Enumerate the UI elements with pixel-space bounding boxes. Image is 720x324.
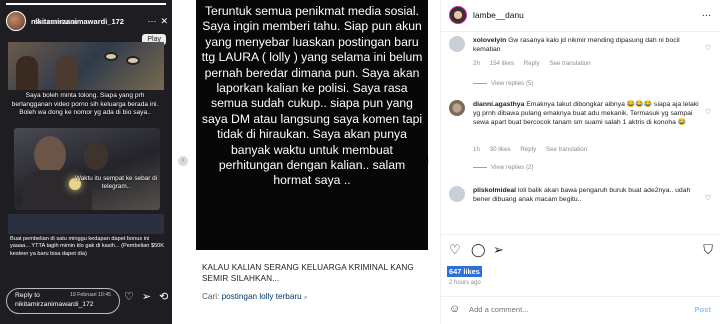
story-image-middle [14, 128, 160, 210]
story-text-2: Waktu itu sempat ke sebar di telegram.. [74, 175, 158, 191]
close-icon[interactable]: ✕ [160, 16, 168, 27]
comment-icon[interactable]: ◯ [471, 242, 486, 258]
reshare-icon[interactable]: ⟲ [159, 290, 168, 303]
post-actions: ♡ ◯ ➢ ⛉ [449, 242, 713, 260]
share-icon[interactable]: ➢ [493, 242, 504, 258]
reply-button[interactable]: Reply [520, 146, 536, 153]
see-translation-link[interactable]: See translation [34, 19, 77, 26]
heart-icon[interactable]: ♡ [705, 194, 711, 202]
avatar[interactable] [449, 186, 465, 202]
view-replies-label: View replies (2) [491, 164, 534, 171]
see-translation-link[interactable]: See translation [549, 60, 590, 67]
comment-username[interactable]: xolovelyin [473, 37, 506, 44]
comment-age: 1h [473, 146, 480, 153]
send-icon[interactable]: ➢ [142, 290, 151, 303]
story-date: 19 Februari 10:45 [70, 292, 111, 298]
comment-username[interactable]: pliskolmideal [473, 187, 516, 194]
story-header: nikitamirzanimawardi_172 ⋯ ✕ [6, 9, 168, 33]
post-card: Teruntuk semua penikmat media sosial. Sa… [196, 0, 428, 324]
view-replies-button[interactable]: View replies (5) [473, 80, 534, 87]
comments-panel: lambe__danu ... xolovelyin Gw rasanya ka… [440, 0, 720, 324]
avatar[interactable] [6, 11, 26, 31]
search-icon: ⌕ [303, 295, 308, 301]
avatar[interactable] [449, 36, 465, 52]
reply-button[interactable]: Reply [524, 60, 540, 67]
story-reply-field[interactable]: Reply to nikitamirzanimawardi_172 19 Feb… [6, 288, 120, 314]
comment-likes[interactable]: 154 likes [490, 60, 514, 67]
story-image-top [8, 42, 164, 90]
add-comment-input[interactable] [469, 305, 669, 314]
comment: dianni.agasthya Emaknya takut dibongkar … [449, 100, 713, 171]
comment: xolovelyin Gw rasanya kalo jd nikmir men… [449, 36, 713, 88]
story-text-3: Buat pembelian di satu minggu kedapan da… [10, 236, 165, 257]
emoji-icon[interactable]: ☺ [449, 303, 460, 315]
avatar[interactable] [449, 6, 467, 24]
more-icon[interactable]: ⋯ [147, 16, 156, 27]
heart-icon[interactable]: ♡ [705, 44, 711, 52]
comment-username[interactable]: dianni.agasthya [473, 101, 524, 108]
like-heart-icon[interactable]: ♡ [449, 242, 461, 258]
post-time-ago: 2 hours ago [449, 280, 481, 286]
comment-age: 2h [473, 60, 480, 67]
story-viewer: nikitamirzanimawardi_172 ⋯ ✕ See transla… [0, 0, 172, 324]
comments-header: lambe__danu ... [441, 0, 720, 32]
comment: pliskolmideal loli balik akan bawa penga… [449, 186, 713, 216]
view-replies-button[interactable]: View replies (2) [473, 164, 534, 171]
story-text-1: Saya boleh minta tolong. Siapa yang prh … [11, 92, 159, 117]
search-suggestion-link[interactable]: postingan lolly terbaru [222, 292, 302, 301]
heart-icon[interactable]: ♡ [705, 108, 711, 116]
post-image: Teruntuk semua penikmat media sosial. Sa… [196, 0, 428, 250]
heart-icon[interactable]: ♡ [124, 290, 134, 303]
comment-likes[interactable]: 30 likes [490, 146, 511, 153]
more-icon[interactable]: ... [702, 7, 711, 19]
view-replies-label: View replies (5) [491, 80, 534, 87]
bookmark-icon[interactable]: ⛉ [703, 242, 713, 258]
avatar[interactable] [449, 100, 465, 116]
search-label: Cari: [202, 292, 220, 301]
add-comment-bar: ☺ Post [441, 296, 720, 324]
see-translation-link[interactable]: See translation [546, 146, 587, 153]
post-image-text: Teruntuk semua penikmat media sosial. Sa… [201, 4, 423, 188]
likes-count[interactable]: 647 likes [447, 266, 482, 277]
prev-arrow-icon[interactable]: ‹ [178, 156, 188, 166]
search-suggestion: Cari: postingan lolly terbaru ⌕ [202, 292, 424, 302]
header-username[interactable]: lambe__danu [473, 10, 524, 20]
post-comment-button[interactable]: Post [695, 305, 711, 314]
post-caption: KALAU KALIAN SERANG KELUARGA KRIMINAL KA… [202, 263, 414, 283]
story-image-bottom [8, 214, 164, 234]
story-progress-bar [6, 3, 166, 5]
